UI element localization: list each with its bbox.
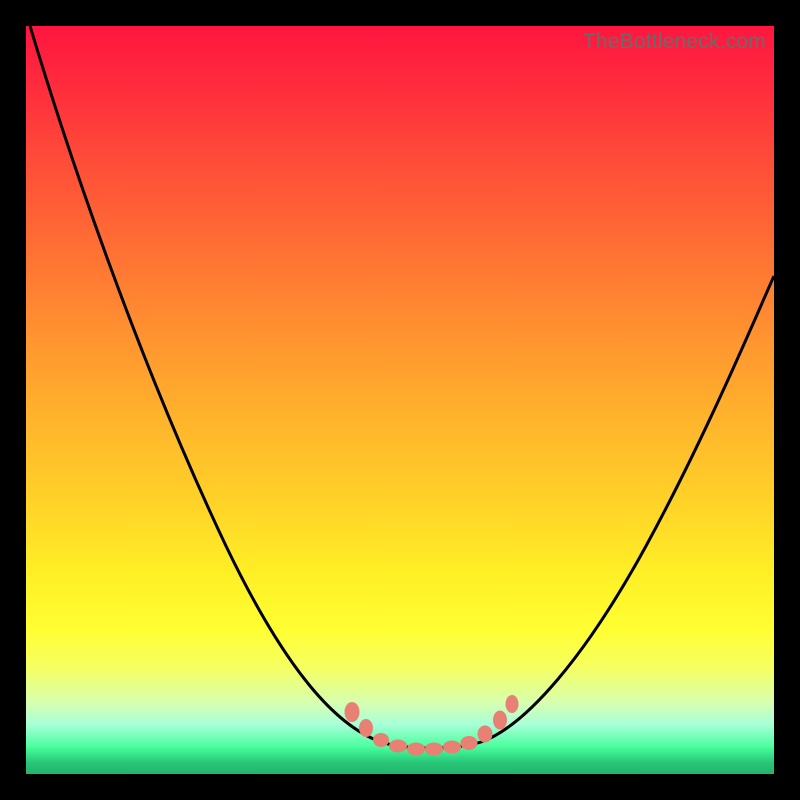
left-curve-arm	[30, 26, 381, 742]
marker-dot	[478, 726, 493, 743]
bottleneck-curve-svg	[26, 26, 774, 774]
marker-dot	[493, 711, 507, 730]
marker-dot	[461, 736, 478, 750]
marker-dot	[425, 743, 443, 756]
marker-dot	[389, 740, 407, 753]
watermark-text: TheBottleneck.com	[583, 30, 766, 54]
marker-dot	[345, 702, 360, 722]
right-curve-arm	[481, 276, 774, 742]
marker-dot	[443, 741, 461, 754]
marker-dot	[359, 719, 373, 737]
marker-dot	[506, 695, 519, 713]
outer-black-frame: TheBottleneck.com	[0, 0, 800, 800]
marker-dot	[373, 733, 389, 747]
plot-area: TheBottleneck.com	[26, 26, 774, 774]
marker-dot	[407, 743, 425, 756]
marker-group	[345, 695, 519, 756]
